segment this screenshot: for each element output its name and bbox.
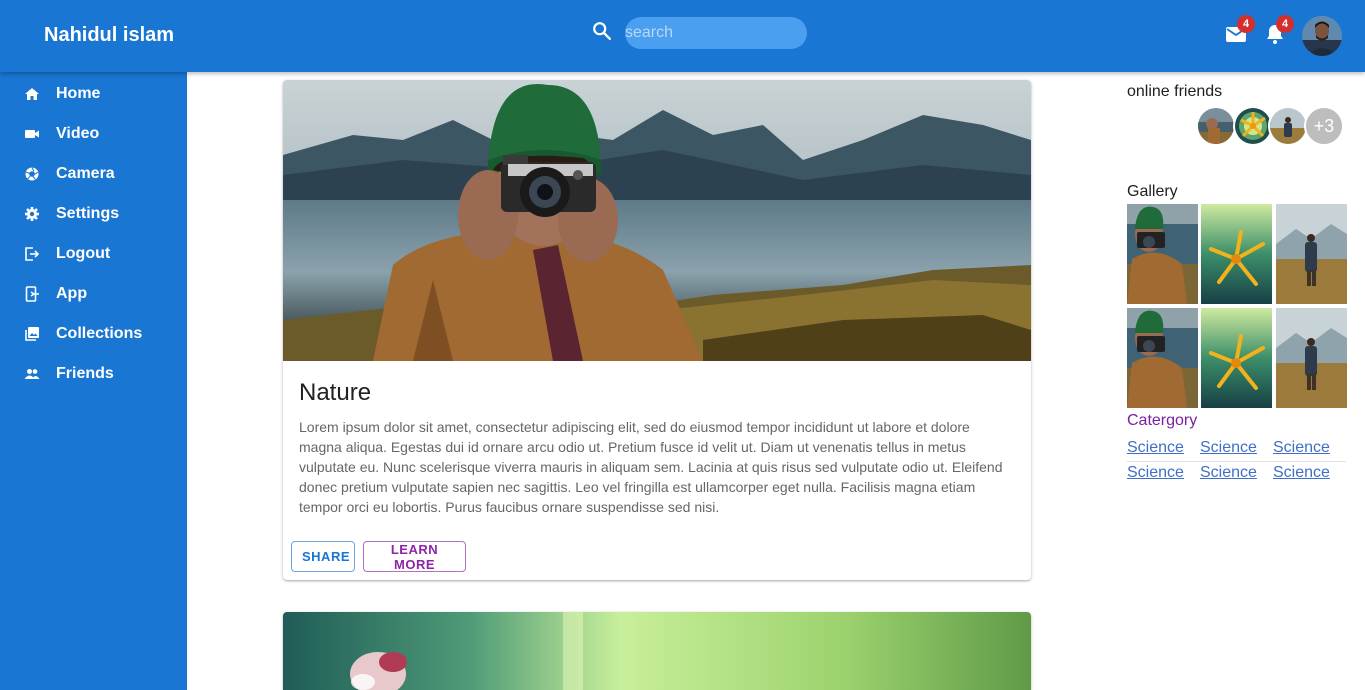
sidebar-item-label: App bbox=[56, 285, 88, 302]
gallery-heading: Gallery bbox=[1127, 183, 1178, 200]
online-friends-heading: online friends bbox=[1127, 83, 1223, 100]
app-bar: Nahidul islam 4 4 bbox=[0, 0, 1365, 72]
learn-more-button[interactable]: LEARN MORE bbox=[363, 541, 466, 572]
friend-avatar[interactable] bbox=[1196, 106, 1236, 146]
sidebar-item-friends[interactable]: Friends bbox=[0, 354, 187, 394]
app-icon bbox=[25, 286, 39, 302]
gallery-image[interactable] bbox=[1201, 204, 1272, 304]
logout-icon bbox=[25, 247, 40, 261]
notification-badge: 4 bbox=[1276, 15, 1294, 33]
category-link[interactable]: Science bbox=[1127, 464, 1184, 482]
sidebar-item-label: Home bbox=[56, 85, 101, 102]
mail-button[interactable]: 4 bbox=[1224, 15, 1255, 46]
post-card: Nature Lorem ipsum dolor sit amet, conse… bbox=[283, 80, 1031, 580]
gallery-image[interactable] bbox=[1276, 308, 1347, 408]
sidebar-item-app[interactable]: App bbox=[0, 274, 187, 314]
post-image bbox=[283, 80, 1031, 361]
sidebar-item-home[interactable]: Home bbox=[0, 74, 187, 114]
gallery-image[interactable] bbox=[1127, 204, 1198, 304]
sidebar-item-video[interactable]: Video bbox=[0, 114, 187, 154]
search-icon[interactable] bbox=[591, 20, 613, 42]
category-link[interactable]: Science bbox=[1127, 439, 1184, 457]
mail-badge: 4 bbox=[1237, 15, 1255, 33]
more-friends-badge[interactable]: +3 bbox=[1304, 106, 1344, 146]
category-link[interactable]: Science bbox=[1200, 439, 1257, 457]
gallery-image[interactable] bbox=[1201, 308, 1272, 408]
friend-avatar[interactable] bbox=[1268, 106, 1308, 146]
brand-title: Nahidul islam bbox=[44, 24, 175, 46]
post-image bbox=[283, 612, 1031, 690]
category-link[interactable]: Science bbox=[1273, 439, 1330, 457]
category-link[interactable]: Science bbox=[1273, 464, 1330, 482]
sidebar-item-label: Collections bbox=[56, 325, 143, 342]
avatar[interactable] bbox=[1302, 16, 1342, 56]
collections-icon bbox=[25, 327, 39, 341]
sidebar-item-label: Camera bbox=[56, 165, 115, 182]
video-icon bbox=[25, 130, 39, 138]
people-icon bbox=[24, 369, 40, 379]
category-heading: Catergory bbox=[1127, 412, 1198, 429]
sidebar-item-label: Friends bbox=[56, 365, 114, 382]
gallery-image[interactable] bbox=[1127, 308, 1198, 408]
camera-icon bbox=[25, 167, 39, 181]
sidebar-item-logout[interactable]: Logout bbox=[0, 234, 187, 274]
sidebar-item-collections[interactable]: Collections bbox=[0, 314, 187, 354]
gallery-image[interactable] bbox=[1276, 204, 1347, 304]
post-title: Nature bbox=[299, 379, 372, 406]
friend-avatar[interactable] bbox=[1233, 106, 1273, 146]
sidebar-item-label: Settings bbox=[56, 205, 120, 222]
share-button[interactable]: SHARE bbox=[291, 541, 355, 572]
sidebar: Home Video Camera Settings Logout App Co… bbox=[0, 72, 187, 690]
sidebar-item-camera[interactable]: Camera bbox=[0, 154, 187, 194]
post-body: Lorem ipsum dolor sit amet, consectetur … bbox=[299, 419, 1003, 515]
home-icon bbox=[25, 88, 39, 100]
sidebar-item-label: Logout bbox=[56, 245, 111, 262]
search-input[interactable] bbox=[625, 17, 807, 49]
notifications-button[interactable]: 4 bbox=[1263, 15, 1294, 46]
category-link[interactable]: Science bbox=[1200, 464, 1257, 482]
divider bbox=[1127, 461, 1346, 462]
gear-icon bbox=[25, 207, 39, 221]
post-card bbox=[283, 612, 1031, 690]
sidebar-item-settings[interactable]: Settings bbox=[0, 194, 187, 234]
sidebar-item-label: Video bbox=[56, 125, 100, 142]
